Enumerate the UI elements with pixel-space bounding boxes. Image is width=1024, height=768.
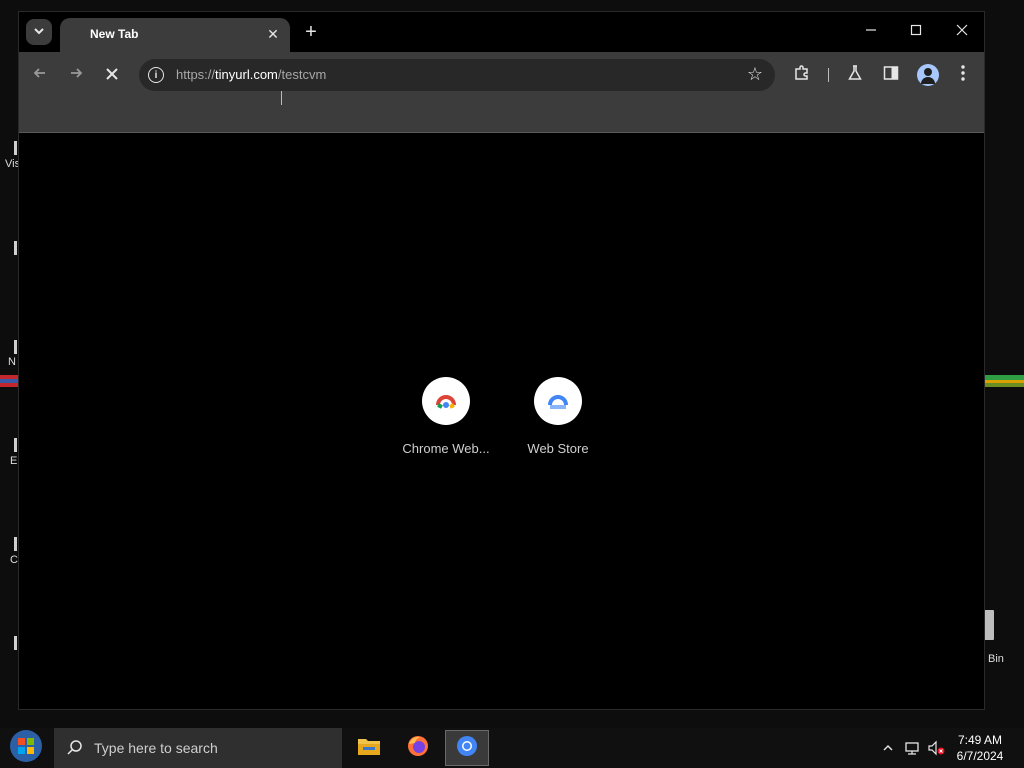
url-scheme: https://: [176, 67, 216, 82]
browser-toolbar: i https://tinyurl.com/testcvm ☆: [19, 52, 984, 98]
desktop-icon-label: E: [10, 455, 18, 467]
shortcut-label: Chrome Web...: [402, 441, 490, 456]
system-clock[interactable]: 7:49 AM 6/7/2024: [950, 732, 1010, 764]
more-vertical-icon: [960, 64, 966, 87]
chrome-button[interactable]: [445, 730, 489, 766]
minimize-icon: [865, 23, 877, 41]
bookmarks-bar: [19, 98, 984, 133]
network-icon[interactable]: [903, 739, 921, 757]
arrow-right-icon: [68, 65, 84, 86]
desktop-icon-fragment[interactable]: [14, 340, 17, 354]
plus-icon: +: [305, 20, 317, 43]
stop-loading-button[interactable]: [99, 62, 125, 88]
clock-date: 6/7/2024: [956, 749, 1004, 763]
browser-window: New Tab ✕ + i https://tinyurl.com/testcv…: [18, 11, 985, 710]
web-store-icon: [534, 377, 582, 425]
chrome-web-store-icon: [422, 377, 470, 425]
toolbar-separator: [828, 68, 829, 82]
extensions-button[interactable]: [790, 63, 814, 87]
desktop-icon-fragment[interactable]: [14, 141, 17, 155]
desktop-icon-fragment[interactable]: [14, 241, 17, 255]
stop-icon: [105, 65, 119, 86]
windows-logo-icon: [9, 729, 43, 768]
firefox-button[interactable]: [396, 730, 440, 766]
start-button[interactable]: [6, 729, 46, 768]
desktop-icon-fragment[interactable]: [14, 438, 17, 452]
volume-muted-icon[interactable]: [927, 739, 945, 757]
arrow-left-icon: [32, 65, 48, 86]
clock-time: 7:49 AM: [957, 733, 1003, 747]
recycle-bin-label: Bin: [988, 653, 1004, 665]
close-window-button[interactable]: [950, 20, 974, 44]
desktop-wallpaper-stripe: [985, 375, 1024, 387]
desktop-wallpaper-stripe: [0, 375, 18, 387]
tab-title: New Tab: [90, 27, 139, 41]
shortcut-label: Web Store: [527, 441, 589, 456]
minimize-button[interactable]: [859, 20, 883, 44]
close-tab-icon[interactable]: ✕: [264, 25, 282, 43]
forward-button[interactable]: [63, 62, 89, 88]
url-text[interactable]: https://tinyurl.com/testcvm: [176, 67, 326, 82]
desktop-icon-fragment[interactable]: [14, 537, 17, 551]
bookmark-star-icon[interactable]: ☆: [747, 64, 763, 85]
close-icon: [956, 23, 968, 41]
profile-avatar[interactable]: [917, 64, 939, 86]
back-button[interactable]: [27, 62, 53, 88]
text-cursor-icon: [281, 91, 282, 105]
folder-icon: [357, 736, 381, 761]
desktop-icon-fragment[interactable]: [14, 636, 17, 650]
tab-strip: New Tab ✕ +: [19, 12, 984, 52]
recycle-bin-icon[interactable]: [984, 610, 994, 640]
url-path: /testcvm: [277, 67, 327, 82]
taskbar-search[interactable]: Type here to search: [54, 728, 342, 768]
side-panel-button[interactable]: [879, 63, 903, 87]
tab-new-tab[interactable]: New Tab ✕: [60, 18, 290, 52]
tab-search-button[interactable]: [26, 19, 52, 45]
search-placeholder: Type here to search: [94, 740, 218, 756]
new-tab-button[interactable]: +: [300, 21, 322, 43]
menu-button[interactable]: [951, 63, 975, 87]
flask-icon: [846, 64, 864, 87]
maximize-button[interactable]: [904, 20, 928, 44]
shortcut-tile[interactable]: Chrome Web...: [391, 377, 501, 456]
url-host: tinyurl.com: [215, 67, 278, 82]
maximize-icon: [910, 23, 922, 41]
search-icon: [66, 739, 84, 762]
address-bar[interactable]: i https://tinyurl.com/testcvm ☆: [139, 59, 775, 91]
puzzle-icon: [793, 64, 811, 87]
labs-button[interactable]: [843, 63, 867, 87]
file-explorer-button[interactable]: [347, 730, 391, 766]
side-panel-icon: [882, 64, 900, 87]
site-info-icon[interactable]: i: [148, 67, 164, 83]
desktop-icon-label: N: [8, 356, 16, 368]
shortcut-tile[interactable]: Web Store: [503, 377, 613, 456]
taskbar: Type here to search 7:49 AM 6/7/2024: [0, 728, 1024, 768]
page-content: Chrome Web... Web Store: [19, 133, 984, 709]
desktop-icon-label: C: [10, 554, 18, 566]
chrome-icon: [455, 734, 479, 763]
chevron-down-icon: [33, 25, 45, 40]
chevron-up-icon[interactable]: [879, 739, 897, 757]
firefox-icon: [406, 734, 430, 763]
